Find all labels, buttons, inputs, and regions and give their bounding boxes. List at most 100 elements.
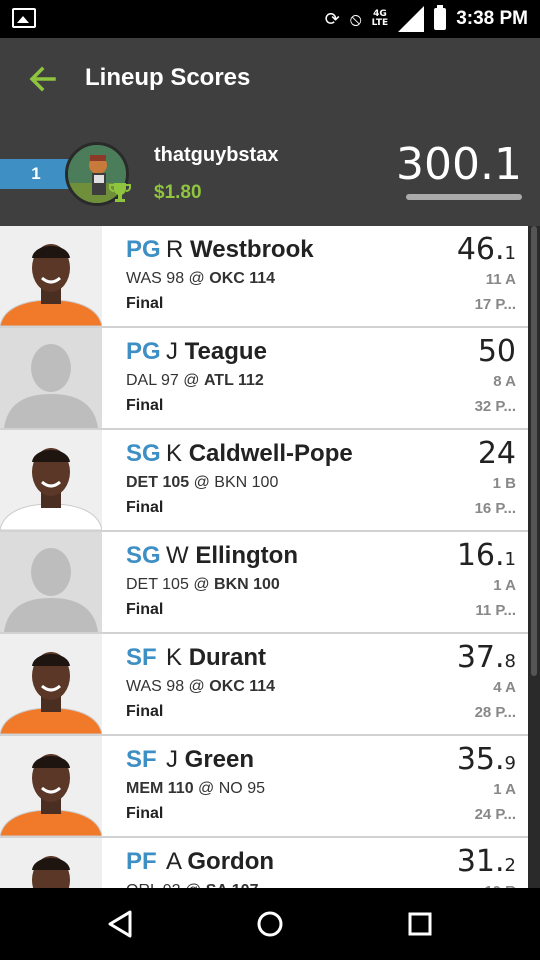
player-points-decimal: 2 xyxy=(504,855,516,876)
player-points: 50 xyxy=(478,334,516,369)
sync-icon: ⟳ xyxy=(324,8,340,30)
username: thatguybstax xyxy=(154,144,279,166)
at-sign: @ xyxy=(193,576,210,593)
player-points: 31.2 xyxy=(457,844,516,879)
game-status: Final xyxy=(126,601,164,618)
player-stat: 1 A xyxy=(493,577,516,594)
player-stat: 1 A xyxy=(493,781,516,798)
winnings: $1.80 xyxy=(154,182,202,203)
player-points: 24 xyxy=(478,436,516,471)
home-team: BKN 100 xyxy=(214,576,280,593)
player-ownership: 28 P... xyxy=(474,704,516,721)
back-triangle-icon[interactable] xyxy=(102,906,138,942)
player-last-name: Durant xyxy=(188,644,267,671)
player-name: A Gordon xyxy=(166,848,274,876)
player-points-decimal: 1 xyxy=(504,243,516,264)
player-name: K Caldwell-Pope xyxy=(166,440,353,468)
player-initial: A xyxy=(166,848,181,875)
player-row[interactable]: PG J Teague DAL 97 @ ATL 112 Final 50 8 A 32 P… xyxy=(0,328,528,430)
at-sign: @ xyxy=(183,372,200,389)
player-placeholder-icon xyxy=(0,328,102,428)
player-initial: R xyxy=(166,236,184,263)
player-points: 46.1 xyxy=(457,232,516,267)
player-photo xyxy=(0,736,102,836)
game-status: Final xyxy=(126,397,164,414)
game-score: DET 105 @ BKN 100 xyxy=(126,474,278,492)
at-sign: @ xyxy=(193,474,210,491)
player-row[interactable]: SF K Durant WAS 98 @ OKC 114 Final 37.8 4 A 28… xyxy=(0,634,528,736)
player-row[interactable]: SG K Caldwell-Pope DET 105 @ BKN 100 Final 2… xyxy=(0,430,528,532)
arrow-left-icon[interactable] xyxy=(26,62,60,96)
player-ownership: 32 P... xyxy=(474,398,516,415)
player-last-name: Ellington xyxy=(195,542,298,569)
player-points-int: 46. xyxy=(456,232,505,267)
player-photo xyxy=(0,634,102,734)
recents-square-icon[interactable] xyxy=(402,906,438,942)
player-last-name: Westbrook xyxy=(190,236,314,263)
away-team: DET 105 xyxy=(126,474,190,491)
player-points-int: 31. xyxy=(456,844,505,879)
player-points-int: 50 xyxy=(477,334,516,369)
player-points-int: 24 xyxy=(477,436,516,471)
at-sign: @ xyxy=(188,270,205,287)
signal-icon xyxy=(398,6,425,32)
status-bar: ⟳ ⦸ 4G LTE 3:38 PM xyxy=(0,0,540,38)
network-type: 4G LTE xyxy=(371,9,389,28)
home-team: OKC 114 xyxy=(209,270,276,287)
player-photo xyxy=(0,328,102,428)
scrollbar-thumb[interactable] xyxy=(531,226,537,676)
player-position: SG xyxy=(126,440,161,467)
home-team: BKN 100 xyxy=(214,474,279,491)
player-last-name: Gordon xyxy=(187,848,275,875)
total-score-decimal: 1 xyxy=(494,139,522,190)
player-name: W Ellington xyxy=(166,542,298,570)
player-points: 37.8 xyxy=(457,640,516,675)
player-points: 16.1 xyxy=(457,538,516,573)
player-points-decimal: 9 xyxy=(504,753,516,774)
game-score: DET 105 @ BKN 100 xyxy=(126,576,280,594)
game-status: Final xyxy=(126,805,164,822)
player-stat: 8 A xyxy=(493,373,516,390)
player-stat: 11 A xyxy=(485,271,516,288)
system-nav-bar xyxy=(0,888,540,960)
player-row[interactable]: SG W Ellington DET 105 @ BKN 100 Final 16.1 1… xyxy=(0,532,528,634)
player-initial: K xyxy=(166,440,183,467)
player-position: PG xyxy=(126,338,161,365)
player-photo xyxy=(0,532,102,632)
player-initial: J xyxy=(166,338,178,365)
image-icon xyxy=(12,8,36,28)
home-team: NO 95 xyxy=(218,780,265,797)
player-headshot xyxy=(0,430,102,530)
page-title: Lineup Scores xyxy=(85,64,251,91)
home-circle-icon[interactable] xyxy=(252,906,288,942)
player-headshot xyxy=(0,634,102,734)
player-row[interactable]: PFA GordonORL 92 @ SA 107Final31.210 R xyxy=(0,838,528,888)
player-photo xyxy=(0,430,102,530)
game-status: Final xyxy=(126,499,164,516)
away-team: DET 105 xyxy=(126,576,189,593)
away-team: WAS 98 xyxy=(126,678,185,695)
player-headshot xyxy=(0,838,102,888)
player-ownership: 17 P... xyxy=(474,296,516,313)
trophy-icon xyxy=(109,183,131,202)
player-points: 35.9 xyxy=(457,742,516,777)
player-name: K Durant xyxy=(166,644,266,672)
home-team: ATL 112 xyxy=(203,372,264,389)
player-points-int: 37. xyxy=(456,640,505,675)
player-points-int: 35. xyxy=(456,742,505,777)
player-initial: J xyxy=(166,746,178,773)
progress-bar xyxy=(406,194,522,200)
lineup-list[interactable]: PG R Westbrook WAS 98 @ OKC 114 Final 46.1 11… xyxy=(0,226,528,888)
player-last-name: Caldwell-Pope xyxy=(188,440,353,467)
game-score: WAS 98 @ OKC 114 xyxy=(126,678,275,696)
player-placeholder-icon xyxy=(0,532,102,632)
player-points-decimal: 1 xyxy=(504,549,516,570)
player-stat: 4 A xyxy=(493,679,516,696)
player-position: SF xyxy=(126,746,157,773)
game-status: Final xyxy=(126,703,164,720)
player-row[interactable]: PG R Westbrook WAS 98 @ OKC 114 Final 46.1 11… xyxy=(0,226,528,328)
player-last-name: Green xyxy=(184,746,255,773)
battery-icon xyxy=(434,5,447,30)
player-row[interactable]: SF J Green MEM 110 @ NO 95 Final 35.9 1 A 24 P… xyxy=(0,736,528,838)
away-team: WAS 98 xyxy=(126,270,185,287)
